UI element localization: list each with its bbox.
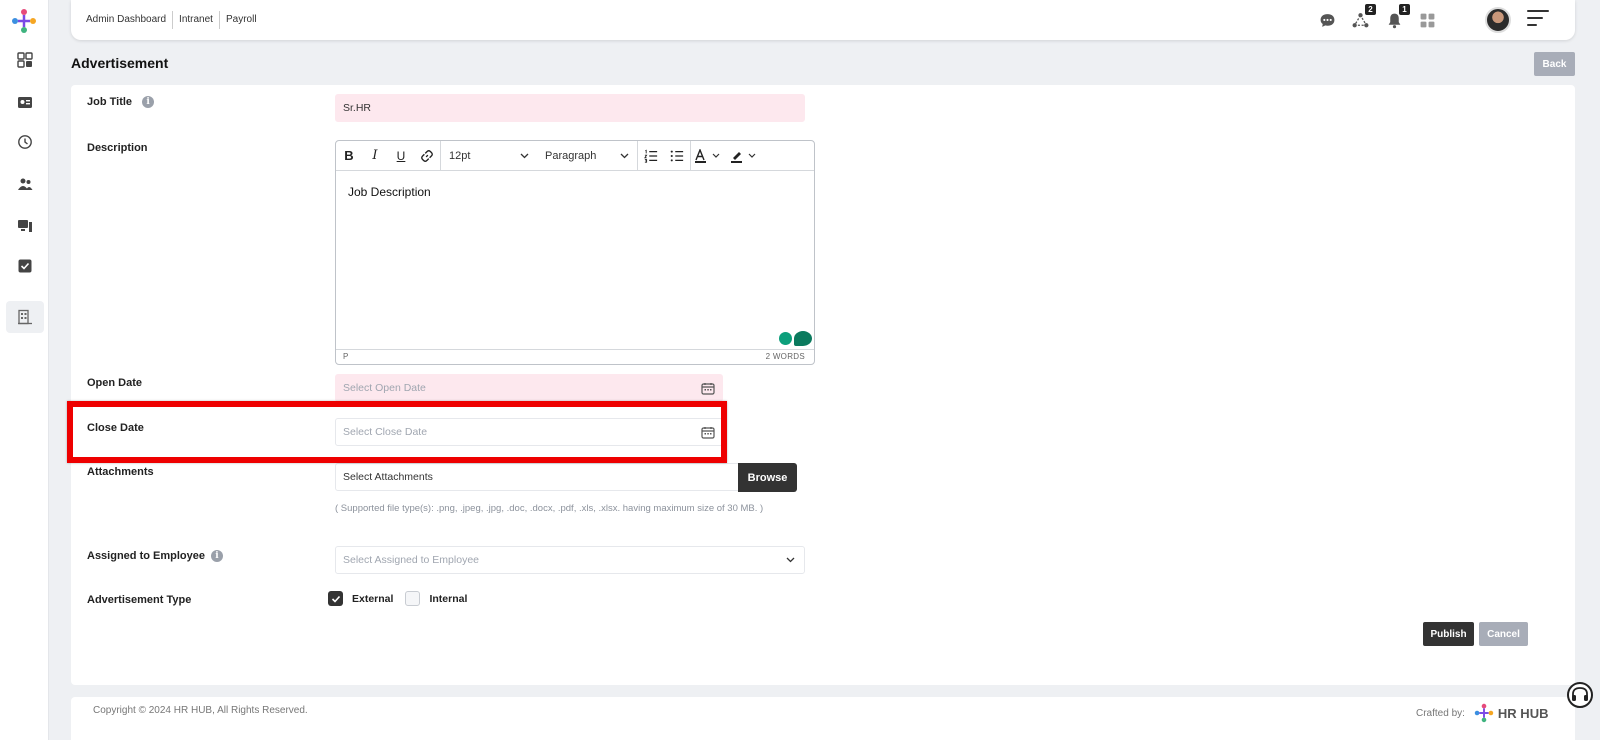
apps-grid-icon <box>1420 13 1434 27</box>
assigned-label: Assigned to Employee i <box>87 550 223 563</box>
external-label[interactable]: External <box>352 593 393 605</box>
sidebar <box>0 0 49 740</box>
info-icon[interactable]: i <box>142 96 155 109</box>
crafted-by: Crafted by: HR HUB <box>1416 703 1548 723</box>
chat-icon <box>1320 13 1334 27</box>
check-icon <box>331 595 340 603</box>
sidebar-item-recruitment[interactable] <box>6 168 44 200</box>
cancel-button[interactable]: Cancel <box>1479 622 1528 646</box>
support-button[interactable] <box>1567 682 1593 708</box>
assigned-employee-select[interactable]: Select Assigned to Employee <box>335 546 805 574</box>
bullet-list-icon[interactable] <box>664 141 690 171</box>
open-date-label: Open Date <box>87 377 143 389</box>
close-date-label: Close Date <box>87 422 144 434</box>
description-label: Description <box>87 142 148 154</box>
italic-icon[interactable]: I <box>362 141 388 171</box>
internal-checkbox[interactable] <box>405 591 421 606</box>
chevron-down-icon <box>520 153 529 158</box>
sidebar-item-attendance[interactable] <box>6 126 44 158</box>
bold-icon[interactable]: B <box>336 141 362 171</box>
hr-hub-logo <box>1474 703 1494 723</box>
internal-label[interactable]: Internal <box>429 593 467 605</box>
advertisement-form: Job Title i Sr.HR Description B I U 12pt … <box>71 85 1575 685</box>
highlight-color-icon[interactable] <box>727 141 763 171</box>
text-color-icon[interactable] <box>691 141 727 171</box>
external-checkbox[interactable] <box>328 591 343 606</box>
attachments-label: Attachments <box>87 466 154 478</box>
block-format-select[interactable]: Paragraph <box>537 141 637 171</box>
description-editor[interactable]: B I U 12pt Paragraph Job Description P 2… <box>335 140 815 365</box>
editor-content[interactable]: Job Description <box>336 171 814 349</box>
calendar-icon[interactable] <box>701 382 715 395</box>
info-icon[interactable]: i <box>210 550 223 563</box>
open-date-input[interactable]: Select Open Date <box>335 374 723 402</box>
numbered-list-icon[interactable] <box>638 141 664 171</box>
ad-type-label: Advertisement Type <box>87 594 192 606</box>
headset-icon <box>1572 687 1588 701</box>
close-date-input[interactable]: Select Close Date <box>335 418 723 446</box>
font-size-select[interactable]: 12pt <box>441 141 537 171</box>
menu-toggle-button[interactable] <box>1527 10 1549 28</box>
id-card-icon <box>18 97 32 108</box>
sidebar-item-tasks[interactable] <box>6 250 44 282</box>
copyright-text: Copyright © 2024 HR HUB, All Rights Rese… <box>93 705 308 716</box>
network-button[interactable]: 2 <box>1350 4 1376 30</box>
back-button[interactable]: Back <box>1534 52 1575 76</box>
job-title-input[interactable]: Sr.HR <box>335 94 805 122</box>
clock-icon <box>18 135 32 149</box>
sidebar-item-dashboard[interactable] <box>6 44 44 76</box>
breadcrumb-admin-dashboard[interactable]: Admin Dashboard <box>80 11 174 29</box>
editor-toolbar: B I U 12pt Paragraph <box>336 140 814 171</box>
computer-icon <box>18 220 32 232</box>
chat-button[interactable] <box>1317 10 1337 30</box>
building-icon <box>18 309 32 325</box>
ad-type-options: External Internal <box>328 591 467 606</box>
job-title-label: Job Title i <box>87 96 155 109</box>
breadcrumb-intranet[interactable]: Intranet <box>173 11 220 29</box>
people-icon <box>18 178 33 190</box>
chevron-down-icon <box>786 557 795 563</box>
page-title: Advertisement <box>71 55 169 71</box>
notification-button[interactable]: 1 <box>1384 4 1410 30</box>
editor-status-bar: P 2 WORDS <box>336 349 814 364</box>
footer-brand: HR HUB <box>1497 705 1549 721</box>
attachments-hint: ( Supported file type(s): .png, .jpeg, .… <box>335 503 764 514</box>
notification-badge: 1 <box>1399 4 1410 15</box>
attachments-input[interactable]: Select Attachments <box>335 463 745 491</box>
breadcrumb: Admin Dashboard Intranet Payroll <box>80 11 263 29</box>
dashboard-icon <box>17 52 33 68</box>
apps-button[interactable] <box>1417 10 1437 30</box>
browse-button[interactable]: Browse <box>738 463 797 492</box>
checkbox-icon <box>18 259 32 273</box>
link-icon[interactable] <box>414 141 440 171</box>
sidebar-item-advertisement[interactable] <box>6 301 44 333</box>
grammarly-icon[interactable] <box>794 331 812 346</box>
publish-button[interactable]: Publish <box>1423 622 1474 646</box>
network-badge: 2 <box>1365 4 1376 15</box>
chevron-down-icon <box>620 153 629 158</box>
underline-icon[interactable]: U <box>388 141 414 171</box>
footer: Copyright © 2024 HR HUB, All Rights Rese… <box>71 697 1575 740</box>
breadcrumb-payroll[interactable]: Payroll <box>220 11 263 29</box>
calendar-icon[interactable] <box>701 426 715 439</box>
user-avatar[interactable] <box>1485 7 1511 33</box>
sidebar-item-assets[interactable] <box>6 210 44 242</box>
hr-hub-logo[interactable] <box>11 8 37 34</box>
grammar-check-icon[interactable] <box>779 332 792 345</box>
sidebar-item-employee[interactable] <box>6 86 44 118</box>
